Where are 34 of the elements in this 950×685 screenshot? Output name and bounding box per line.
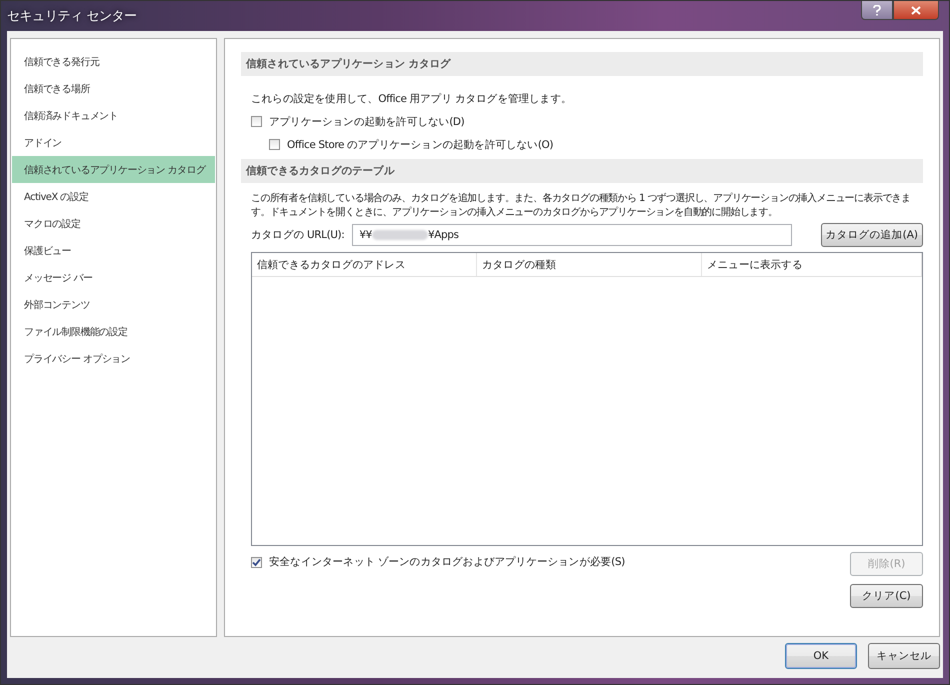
checkbox[interactable] <box>251 556 262 568</box>
url-field[interactable]: ¥¥ ¥Apps <box>352 224 792 246</box>
sidebar-item[interactable]: 信頼されているアプリケーション カタログ <box>12 156 215 183</box>
url-label: カタログの URL(U): <box>251 228 344 242</box>
sidebar-item[interactable]: 外部コンテンツ <box>12 291 215 318</box>
sidebar-item[interactable]: ActiveX の設定 <box>12 183 215 210</box>
column-header[interactable]: メニューに表示する <box>702 253 922 276</box>
checkbox-label: アプリケーションの起動を許可しない(D) <box>269 114 464 128</box>
help-icon[interactable] <box>861 1 893 20</box>
section-heading: 信頼されているアプリケーション カタログ <box>241 52 923 76</box>
table-action-button[interactable]: クリア(C) <box>850 584 923 608</box>
sidebar-item[interactable]: 信頼できる発行元 <box>12 48 215 75</box>
sidebar-item[interactable]: ファイル制限機能の設定 <box>12 318 215 345</box>
description-text: この所有者を信頼している場合のみ、カタログを追加します。また、各カタログの種類から 1 つずつ選択し、アプリケーションの挿入メニューに表示できます。ドキュメントを開くときに、アプリケーションの挿入メニューのカタログからアプリケーションを自動的に開始します。 <box>251 192 912 220</box>
add-catalog-button[interactable]: カタログの追加(A) <box>820 223 923 247</box>
sidebar-item[interactable]: 保護ビュー <box>12 237 215 264</box>
sidebar-item[interactable]: アドイン <box>12 129 215 156</box>
column-header[interactable]: 信頼できるカタログのアドレス <box>252 253 477 276</box>
checkbox[interactable] <box>269 139 280 150</box>
checkbox-label: 安全なインターネット ゾーンのカタログおよびアプリケーションが必要(S) <box>269 555 625 569</box>
section-heading: 信頼できるカタログのテーブル <box>241 159 923 183</box>
sidebar-item[interactable]: プライバシー オプション <box>12 345 215 372</box>
checkbox-label: Office Store のアプリケーションの起動を許可しない(O) <box>287 138 554 152</box>
column-header[interactable]: カタログの種類 <box>477 253 702 276</box>
sidebar-item[interactable]: マクロの設定 <box>12 210 215 237</box>
checkbox[interactable] <box>251 116 262 127</box>
sidebar-item[interactable]: 信頼済みドキュメント <box>12 102 215 129</box>
window-title: セキュリティ センター <box>7 8 137 25</box>
sidebar-item[interactable]: メッセージ バー <box>12 264 215 291</box>
close-icon[interactable] <box>893 1 939 20</box>
dialog-button[interactable]: キャンセル <box>868 643 940 669</box>
sidebar-item[interactable]: 信頼できる場所 <box>12 75 215 102</box>
description-text: これらの設定を使用して、Office 用アプリ カタログを管理します。 <box>251 92 572 106</box>
dialog-button[interactable]: OK <box>785 643 857 669</box>
